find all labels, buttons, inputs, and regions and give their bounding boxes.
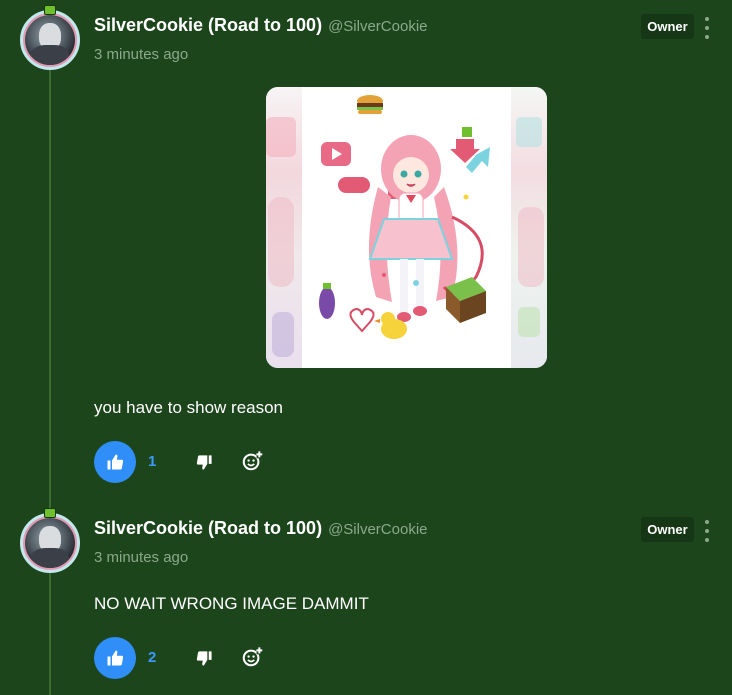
like-count: 1 (148, 453, 157, 470)
dislike-button[interactable] (194, 648, 214, 668)
timestamp: 3 minutes ago (94, 549, 189, 566)
add-reaction-icon (242, 646, 263, 667)
author-handle[interactable]: @SilverCookie (328, 18, 427, 35)
owner-badge: Owner (641, 517, 694, 542)
dislike-button[interactable] (194, 452, 214, 472)
thumbs-up-icon (107, 454, 124, 470)
thumbs-down-icon (196, 454, 212, 470)
like-button[interactable] (94, 637, 136, 679)
owner-badge: Owner (641, 14, 694, 39)
thumbs-down-icon (196, 650, 212, 666)
anime-artwork (266, 95, 544, 357)
comment: SilverCookie (Road to 100) @SilverCookie… (0, 503, 732, 695)
comment: SilverCookie (Road to 100) @SilverCookie… (0, 0, 732, 490)
author-name[interactable]: SilverCookie (Road to 100) (94, 518, 322, 539)
add-reaction-icon (242, 450, 263, 471)
timestamp: 3 minutes ago (94, 46, 189, 63)
comment-header: SilverCookie (Road to 100) @SilverCookie (94, 518, 428, 542)
thumbs-up-icon (107, 650, 124, 666)
crown-badge-icon (44, 5, 56, 15)
more-vertical-icon[interactable] (701, 17, 713, 39)
comment-actions: 2 (94, 637, 294, 679)
comment-text: NO WAIT WRONG IMAGE DAMMIT (94, 594, 369, 613)
author-handle[interactable]: @SilverCookie (328, 521, 427, 538)
like-count: 2 (148, 649, 157, 666)
attached-image[interactable] (266, 87, 547, 368)
author-name[interactable]: SilverCookie (Road to 100) (94, 15, 322, 36)
comment-header: SilverCookie (Road to 100) @SilverCookie (94, 15, 428, 39)
avatar[interactable] (20, 508, 80, 573)
avatar[interactable] (20, 5, 80, 70)
crown-badge-icon (44, 508, 56, 518)
add-reaction-button[interactable] (240, 449, 264, 473)
comment-thread: SilverCookie (Road to 100) @SilverCookie… (0, 0, 732, 695)
add-reaction-button[interactable] (240, 645, 264, 669)
like-button[interactable] (94, 441, 136, 483)
more-vertical-icon[interactable] (701, 520, 713, 542)
comment-text: you have to show reason (94, 398, 284, 417)
comment-actions: 1 (94, 441, 294, 483)
